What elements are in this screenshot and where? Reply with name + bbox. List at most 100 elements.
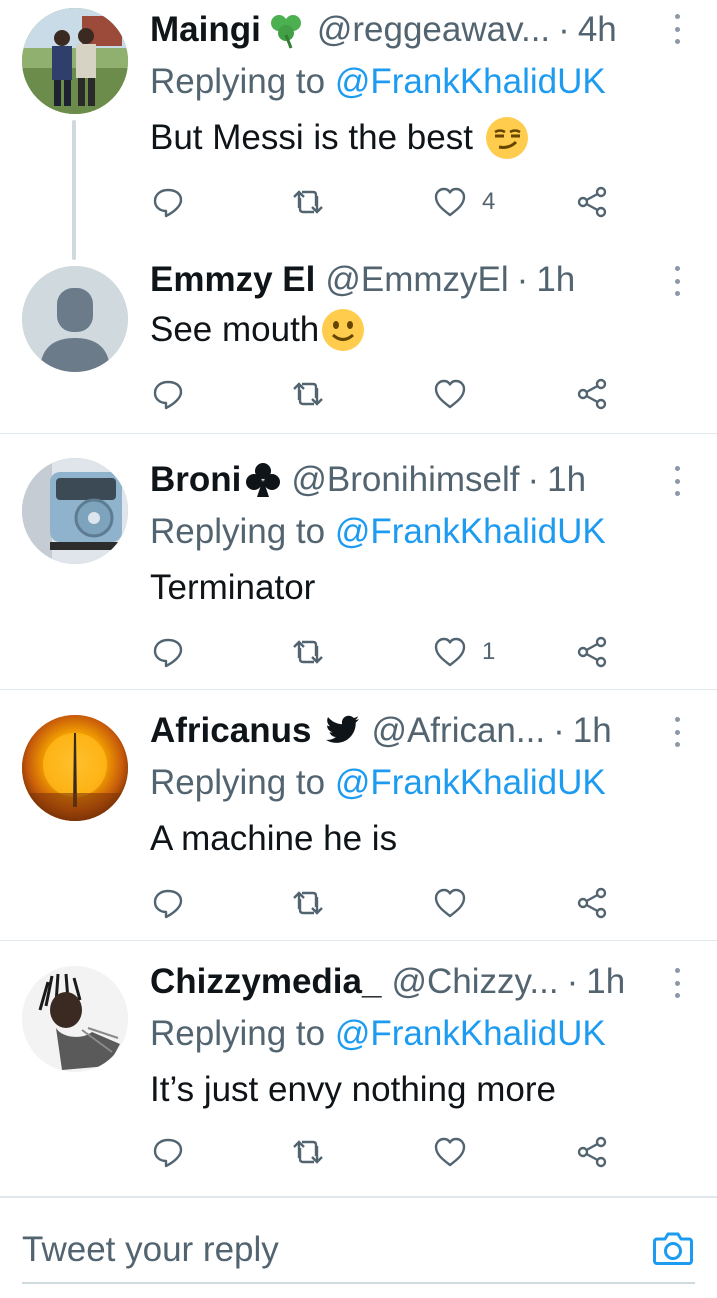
replying-to: Replying to @FrankKhalidUK xyxy=(150,510,606,554)
replying-to: Replying to @FrankKhalidUK xyxy=(150,1012,606,1056)
share-icon xyxy=(577,378,607,410)
handle[interactable]: @Chizzy... xyxy=(391,960,558,1004)
tweet-body: But Messi is the best xyxy=(150,118,473,157)
divider xyxy=(0,940,717,941)
retweet-button[interactable] xyxy=(290,374,326,414)
tweet-maingi[interactable]: Maingi @reggeawav... · 4h Replying to @F… xyxy=(0,0,717,260)
timestamp[interactable]: 1h xyxy=(536,258,575,302)
replying-to: Replying to @FrankKhalidUK xyxy=(150,761,606,805)
camera-icon[interactable] xyxy=(651,1226,695,1270)
retweet-button[interactable] xyxy=(290,632,326,672)
reply-icon xyxy=(153,889,183,919)
share-button[interactable] xyxy=(574,883,610,923)
tweet-africanus[interactable]: Africanus @African... · 1h Replying to @… xyxy=(0,709,717,939)
reply-button[interactable] xyxy=(150,1132,186,1172)
slightly-smiling-face-icon xyxy=(321,308,365,352)
display-name[interactable]: Emmzy El xyxy=(150,258,315,302)
action-bar xyxy=(150,374,620,414)
replying-label: Replying to xyxy=(150,1014,326,1053)
share-button[interactable] xyxy=(574,1132,610,1172)
like-button[interactable]: 4 xyxy=(432,182,495,222)
replying-label: Replying to xyxy=(150,763,326,802)
mention-link[interactable]: @FrankKhalidUK xyxy=(335,62,606,101)
heart-icon xyxy=(434,187,466,217)
action-bar xyxy=(150,1132,620,1172)
avatar[interactable] xyxy=(22,715,128,821)
tweet-chizzymedia[interactable]: Chizzymedia_ @Chizzy... · 1h Replying to… xyxy=(0,960,717,1190)
reply-button[interactable] xyxy=(150,883,186,923)
more-options-icon[interactable] xyxy=(669,717,685,747)
handle[interactable]: @reggeawav... xyxy=(317,8,550,52)
like-button[interactable] xyxy=(432,883,468,923)
mention-link[interactable]: @FrankKhalidUK xyxy=(335,512,606,551)
share-icon xyxy=(577,186,607,218)
shamrock-icon xyxy=(265,11,307,49)
more-options-icon[interactable] xyxy=(669,466,685,496)
handle[interactable]: @African... xyxy=(371,709,545,753)
avatar[interactable] xyxy=(22,458,128,564)
timestamp[interactable]: 4h xyxy=(578,8,617,52)
display-name[interactable]: Chizzymedia_ xyxy=(150,960,381,1004)
replying-label: Replying to xyxy=(150,62,326,101)
handle[interactable]: @Bronihimself xyxy=(291,458,519,502)
tweet-text: Terminator xyxy=(150,566,315,610)
thread-connector xyxy=(72,120,76,260)
heart-icon xyxy=(434,637,466,667)
share-icon xyxy=(577,636,607,668)
retweet-button[interactable] xyxy=(290,883,326,923)
display-name[interactable]: Maingi xyxy=(150,8,261,52)
tweet-reply-input[interactable]: Tweet your reply xyxy=(22,1220,695,1284)
reply-button[interactable] xyxy=(150,374,186,414)
separator: · xyxy=(527,460,540,499)
reply-icon xyxy=(153,638,183,668)
like-button[interactable] xyxy=(432,374,468,414)
reply-icon xyxy=(153,188,183,218)
reply-button[interactable] xyxy=(150,632,186,672)
avatar[interactable] xyxy=(22,266,128,372)
retweet-icon xyxy=(293,1140,323,1164)
share-button[interactable] xyxy=(574,374,610,414)
timestamp[interactable]: 1h xyxy=(586,960,625,1004)
display-name[interactable]: Broni xyxy=(150,458,241,502)
reply-button[interactable] xyxy=(150,182,186,222)
bird-icon xyxy=(325,715,361,747)
retweet-icon xyxy=(293,382,323,406)
more-options-icon[interactable] xyxy=(669,266,685,296)
mention-link[interactable]: @FrankKhalidUK xyxy=(335,763,606,802)
tweet-body: Terminator xyxy=(150,568,316,607)
tweet-header: Emmzy El @EmmzyEl · 1h xyxy=(150,258,657,302)
like-button[interactable]: 1 xyxy=(432,632,495,672)
heart-icon xyxy=(434,1137,466,1167)
tweet-broni[interactable]: Broni @Bronihimself · 1h Replying to @Fr… xyxy=(0,458,717,688)
retweet-icon xyxy=(293,640,323,664)
action-bar: 4 xyxy=(150,182,620,222)
divider xyxy=(0,433,717,434)
heart-icon xyxy=(434,888,466,918)
tweet-text: A machine he is xyxy=(150,817,397,861)
more-options-icon[interactable] xyxy=(669,968,685,998)
tweet-body: A machine he is xyxy=(150,819,398,858)
timestamp[interactable]: 1h xyxy=(573,709,612,753)
like-button[interactable] xyxy=(432,1132,468,1172)
timestamp[interactable]: 1h xyxy=(547,458,586,502)
mention-link[interactable]: @FrankKhalidUK xyxy=(335,1014,606,1053)
avatar[interactable] xyxy=(22,966,128,1072)
tweet-text: See mouth xyxy=(150,308,365,352)
share-icon xyxy=(577,887,607,919)
share-button[interactable] xyxy=(574,632,610,672)
reply-icon xyxy=(153,1138,183,1168)
retweet-icon xyxy=(293,891,323,915)
display-name[interactable]: Africanus xyxy=(150,709,311,753)
more-options-icon[interactable] xyxy=(669,14,685,44)
like-count: 1 xyxy=(482,638,496,665)
share-button[interactable] xyxy=(574,182,610,222)
replying-label: Replying to xyxy=(150,512,326,551)
retweet-button[interactable] xyxy=(290,1132,326,1172)
avatar[interactable] xyxy=(22,8,128,114)
club-suit-icon xyxy=(245,461,281,499)
tweet-emmzy-el[interactable]: Emmzy El @EmmzyEl · 1h See mouth xyxy=(0,258,717,434)
handle[interactable]: @EmmzyEl xyxy=(325,258,508,302)
retweet-button[interactable] xyxy=(290,182,326,222)
tweet-header: Africanus @African... · 1h xyxy=(150,709,657,753)
divider xyxy=(0,689,717,690)
